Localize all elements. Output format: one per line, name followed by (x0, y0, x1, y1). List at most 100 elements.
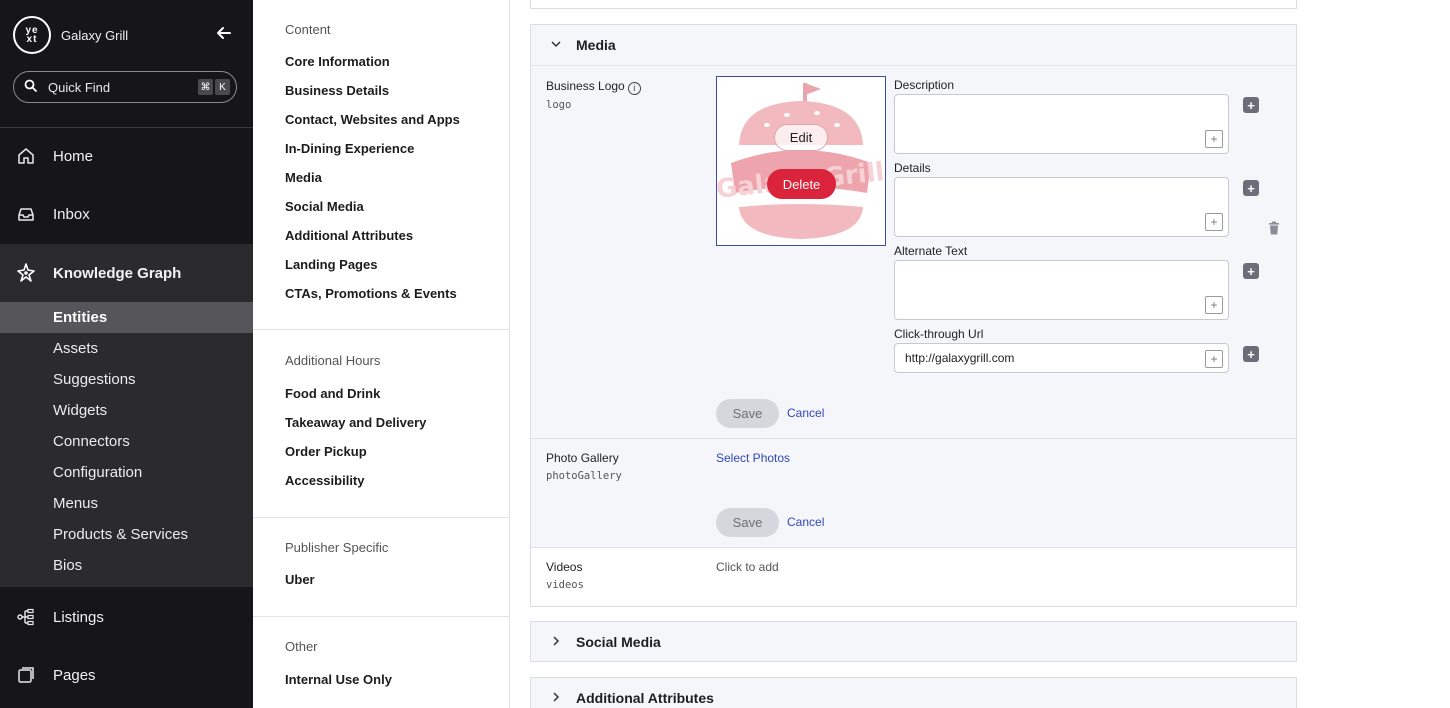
section-link[interactable]: Media (285, 170, 322, 185)
nav-item-label: Knowledge Graph (53, 264, 182, 282)
collapse-nav-arrow-icon[interactable] (216, 25, 232, 46)
nav-item-pages[interactable]: Pages (0, 646, 253, 704)
clickthrough-url-value: http://galaxygrill.com (905, 351, 1015, 365)
details-field[interactable]: + (894, 177, 1229, 237)
nav-item-home[interactable]: Home (0, 127, 253, 185)
videos-label: Videos (546, 560, 583, 574)
section-link[interactable]: Order Pickup (285, 444, 367, 459)
chevron-down-icon (550, 38, 562, 53)
save-gallery-button[interactable]: Save (716, 508, 779, 537)
subnav-item-bios[interactable]: Bios (0, 550, 253, 581)
section-heading-publisher-specific: Publisher Specific (285, 540, 389, 555)
nav-item-knowledge-graph[interactable]: Knowledge Graph (0, 244, 253, 302)
nav-item-label: Home (53, 147, 94, 165)
business-logo-key: logo (546, 99, 572, 111)
shortcut-key-cmd: ⌘ (198, 79, 213, 95)
videos-row[interactable]: Videos videos Click to add (531, 548, 1296, 606)
cancel-gallery-link[interactable]: Cancel (787, 515, 824, 529)
section-link[interactable]: In-Dining Experience (285, 141, 414, 156)
save-logo-button[interactable]: Save (716, 399, 779, 428)
photo-gallery-label: Photo Gallery (546, 451, 619, 465)
details-label: Details (894, 161, 931, 175)
section-divider (253, 517, 510, 518)
section-nav: Content Core Information Business Detail… (253, 0, 510, 708)
subnav-item-assets[interactable]: Assets (0, 333, 253, 364)
business-logo-image[interactable]: Galaxy Grill Edit Delete (716, 76, 886, 246)
section-link[interactable]: Additional Attributes (285, 228, 413, 243)
main-nav: ye xt Galaxy Grill Quick Find ⌘ K Home In… (0, 0, 253, 708)
section-link[interactable]: Core Information (285, 54, 390, 69)
select-photos-link[interactable]: Select Photos (716, 451, 790, 465)
videos-key: videos (546, 579, 584, 591)
section-link[interactable]: CTAs, Promotions & Events (285, 286, 457, 301)
description-field[interactable]: + (894, 94, 1229, 154)
subnav-item-menus[interactable]: Menus (0, 488, 253, 519)
subnav-item-configuration[interactable]: Configuration (0, 457, 253, 488)
knowledge-graph-icon (15, 262, 37, 284)
chevron-right-icon (550, 635, 562, 650)
media-section-header[interactable]: Media (531, 25, 1296, 66)
section-divider (253, 616, 510, 617)
edit-logo-button[interactable]: Edit (774, 124, 828, 151)
knowledge-graph-subnav: Entities Assets Suggestions Widgets Conn… (0, 302, 253, 587)
add-translation-icon[interactable]: + (1243, 263, 1259, 279)
previous-section-card (530, 0, 1297, 9)
alt-text-label: Alternate Text (894, 244, 968, 258)
business-logo-label: Business Logo i (546, 79, 641, 95)
videos-click-to-add[interactable]: Click to add (716, 560, 779, 574)
info-icon[interactable]: i (627, 82, 641, 95)
add-translation-icon[interactable]: + (1243, 346, 1259, 362)
subnav-item-entities[interactable]: Entities (0, 302, 253, 333)
quick-find-search[interactable]: Quick Find ⌘ K (13, 71, 237, 103)
section-link[interactable]: Accessibility (285, 473, 365, 488)
chevron-right-icon (550, 691, 562, 706)
social-media-section-title: Social Media (576, 634, 661, 650)
subnav-item-suggestions[interactable]: Suggestions (0, 364, 253, 395)
nav-item-label: Listings (53, 608, 104, 626)
subnav-item-products-services[interactable]: Products & Services (0, 519, 253, 550)
trash-icon[interactable] (1268, 221, 1280, 235)
clickthrough-url-label: Click-through Url (894, 327, 984, 341)
account-switcher[interactable]: ye xt Galaxy Grill (13, 16, 240, 54)
subnav-item-connectors[interactable]: Connectors (0, 426, 253, 457)
section-link[interactable]: Social Media (285, 199, 364, 214)
section-link[interactable]: Contact, Websites and Apps (285, 112, 460, 127)
add-translation-icon[interactable]: + (1243, 97, 1259, 113)
section-link[interactable]: Internal Use Only (285, 672, 392, 687)
section-link[interactable]: Takeaway and Delivery (285, 415, 426, 430)
search-icon (24, 79, 40, 95)
social-media-section-header[interactable]: Social Media (530, 621, 1297, 662)
alt-text-field[interactable]: + (894, 260, 1229, 320)
home-icon (15, 145, 37, 167)
nav-item-inbox[interactable]: Inbox (0, 185, 253, 243)
insert-embedded-field-icon[interactable]: + (1205, 350, 1223, 368)
listings-icon (15, 606, 37, 628)
photo-gallery-key: photoGallery (546, 470, 622, 482)
additional-attributes-section-header[interactable]: Additional Attributes (530, 677, 1297, 708)
nav-item-listings[interactable]: Listings (0, 588, 253, 646)
insert-embedded-field-icon[interactable]: + (1205, 296, 1223, 314)
section-heading-other: Other (285, 639, 318, 654)
subnav-item-widgets[interactable]: Widgets (0, 395, 253, 426)
insert-embedded-field-icon[interactable]: + (1205, 213, 1223, 231)
nav-item-label: Pages (53, 666, 96, 684)
section-link[interactable]: Food and Drink (285, 386, 380, 401)
row-divider (531, 438, 1296, 439)
section-link[interactable]: Uber (285, 572, 315, 587)
galaxy-grill-logo-image: Galaxy Grill (717, 83, 885, 239)
quick-find-label: Quick Find (48, 79, 111, 95)
cancel-logo-link[interactable]: Cancel (787, 406, 824, 420)
nav-item-label: Inbox (53, 205, 90, 223)
section-link[interactable]: Business Details (285, 83, 389, 98)
section-link[interactable]: Landing Pages (285, 257, 377, 272)
entity-editor: Media Business Logoi logo Galaxy Grill E… (510, 0, 1450, 708)
insert-embedded-field-icon[interactable]: + (1205, 130, 1223, 148)
clickthrough-url-field[interactable]: http://galaxygrill.com + (894, 343, 1229, 373)
delete-logo-button[interactable]: Delete (767, 169, 836, 199)
business-logo-label-text: Business Logo (546, 79, 625, 93)
account-name: Galaxy Grill (61, 27, 129, 43)
pages-icon (15, 664, 37, 686)
section-heading-content: Content (285, 22, 331, 37)
media-section-title: Media (576, 37, 616, 53)
add-translation-icon[interactable]: + (1243, 180, 1259, 196)
